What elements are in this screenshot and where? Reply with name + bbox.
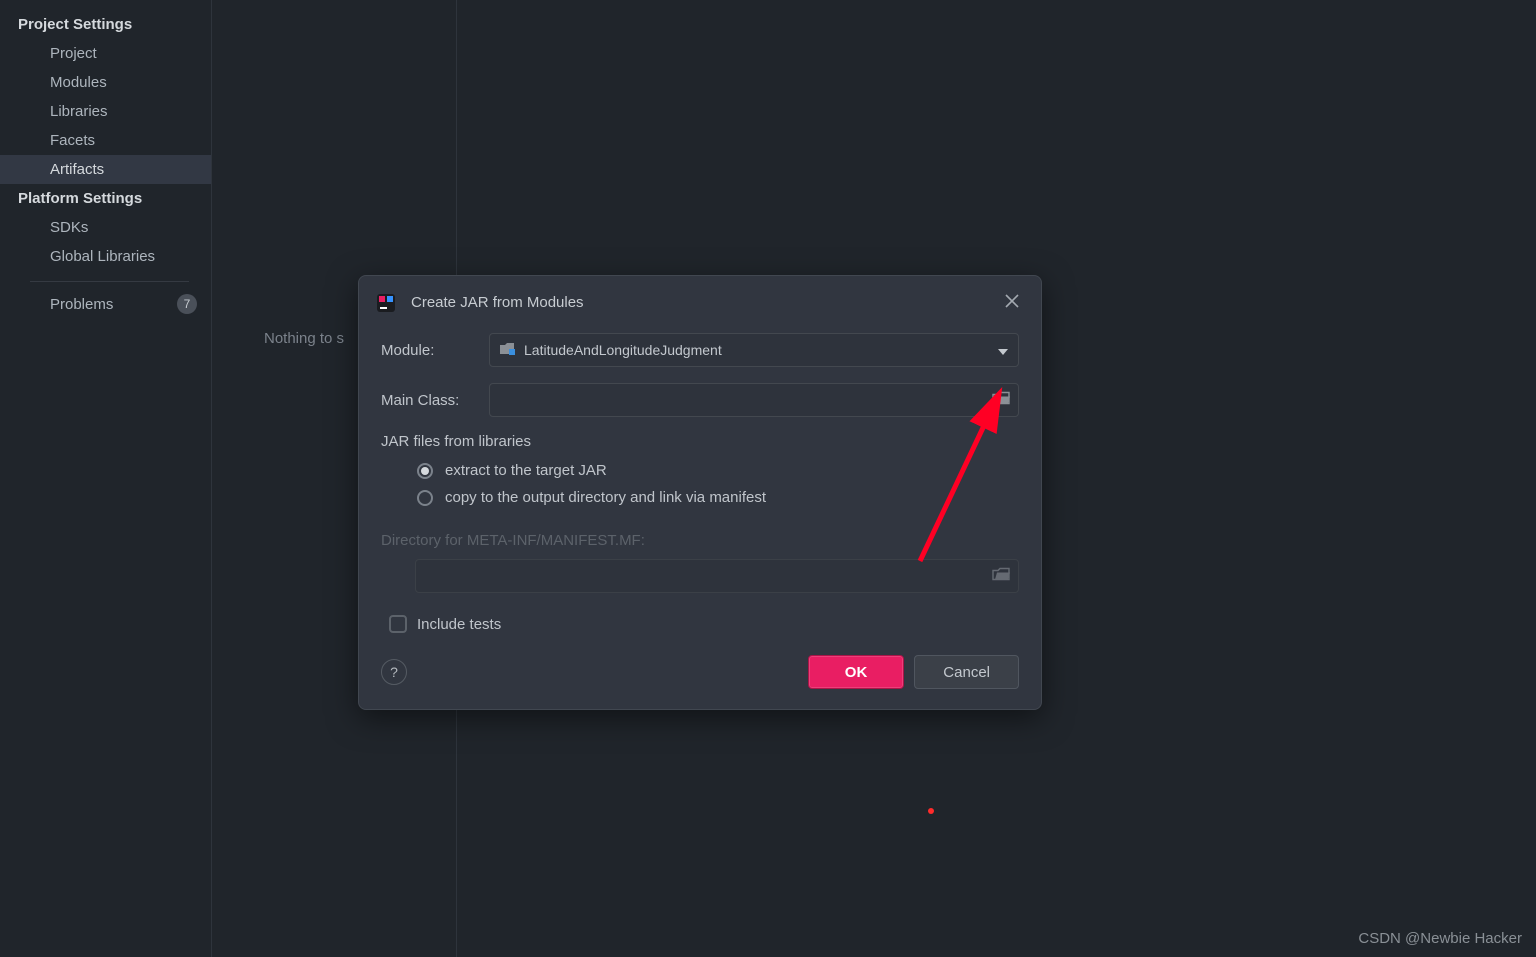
- create-jar-dialog: Create JAR from Modules Module: Latitude…: [358, 275, 1042, 710]
- main-class-row: Main Class:: [381, 383, 1019, 417]
- chevron-down-icon: [998, 342, 1008, 358]
- dialog-body: Module: LatitudeAndLongitudeJudgment Mai…: [359, 329, 1041, 633]
- radio-extract-label: extract to the target JAR: [445, 462, 607, 479]
- include-tests-checkbox[interactable]: Include tests: [389, 615, 1019, 633]
- sidebar-item-label: SDKs: [50, 219, 88, 236]
- radio-copy[interactable]: copy to the output directory and link vi…: [417, 489, 1019, 506]
- module-row: Module: LatitudeAndLongitudeJudgment: [381, 333, 1019, 367]
- sidebar-item-label: Global Libraries: [50, 248, 155, 265]
- sidebar-item-label: Modules: [50, 74, 107, 91]
- project-settings-section-title: Project Settings: [0, 10, 211, 39]
- sidebar-item-label: Problems: [50, 296, 113, 313]
- sidebar-item-project[interactable]: Project: [0, 39, 211, 68]
- browse-main-class-icon[interactable]: [992, 392, 1010, 409]
- module-combobox[interactable]: LatitudeAndLongitudeJudgment: [489, 333, 1019, 367]
- intellij-icon: [377, 294, 395, 312]
- sidebar-divider: [30, 281, 189, 282]
- radio-extract[interactable]: extract to the target JAR: [417, 462, 1019, 479]
- sidebar-item-modules[interactable]: Modules: [0, 68, 211, 97]
- help-button[interactable]: ?: [381, 659, 407, 685]
- manifest-dir-field: [415, 559, 1019, 593]
- main-class-field[interactable]: [489, 383, 1019, 417]
- browse-manifest-dir-icon[interactable]: [992, 568, 1010, 585]
- sidebar-item-problems[interactable]: Problems 7: [0, 288, 211, 320]
- radio-copy-icon: [417, 490, 433, 506]
- sidebar-item-global-libraries[interactable]: Global Libraries: [0, 242, 211, 271]
- radio-extract-icon: [417, 463, 433, 479]
- dialog-title: Create JAR from Modules: [411, 294, 1001, 311]
- module-label: Module:: [381, 342, 489, 359]
- sidebar-item-label: Facets: [50, 132, 95, 149]
- sidebar-item-artifacts[interactable]: Artifacts: [0, 155, 211, 184]
- sidebar-item-sdks[interactable]: SDKs: [0, 213, 211, 242]
- annotation-dot-icon: [928, 808, 934, 814]
- sidebar-item-label: Artifacts: [50, 161, 104, 178]
- platform-settings-section-title: Platform Settings: [0, 184, 211, 213]
- dialog-footer: ? OK Cancel: [359, 633, 1041, 693]
- ok-button[interactable]: OK: [808, 655, 905, 689]
- jar-files-section-label: JAR files from libraries: [381, 433, 1019, 450]
- main-class-label: Main Class:: [381, 392, 489, 409]
- module-value: LatitudeAndLongitudeJudgment: [524, 342, 722, 358]
- dialog-header: Create JAR from Modules: [359, 276, 1041, 329]
- module-icon: [500, 342, 516, 359]
- settings-sidebar: Project Settings Project Modules Librari…: [0, 0, 212, 957]
- include-tests-label: Include tests: [417, 616, 501, 633]
- main-class-input[interactable]: [498, 392, 1010, 408]
- sidebar-item-libraries[interactable]: Libraries: [0, 97, 211, 126]
- sidebar-item-label: Libraries: [50, 103, 108, 120]
- sidebar-item-label: Project: [50, 45, 97, 62]
- cancel-button[interactable]: Cancel: [914, 655, 1019, 689]
- close-icon[interactable]: [1001, 290, 1023, 315]
- sidebar-item-facets[interactable]: Facets: [0, 126, 211, 155]
- watermark-text: CSDN @Newbie Hacker: [1358, 930, 1522, 947]
- radio-copy-label: copy to the output directory and link vi…: [445, 489, 766, 506]
- manifest-dir-label: Directory for META-INF/MANIFEST.MF:: [381, 532, 1019, 549]
- problems-count-badge: 7: [177, 294, 197, 314]
- checkbox-icon: [389, 615, 407, 633]
- empty-state-text: Nothing to s: [264, 330, 344, 347]
